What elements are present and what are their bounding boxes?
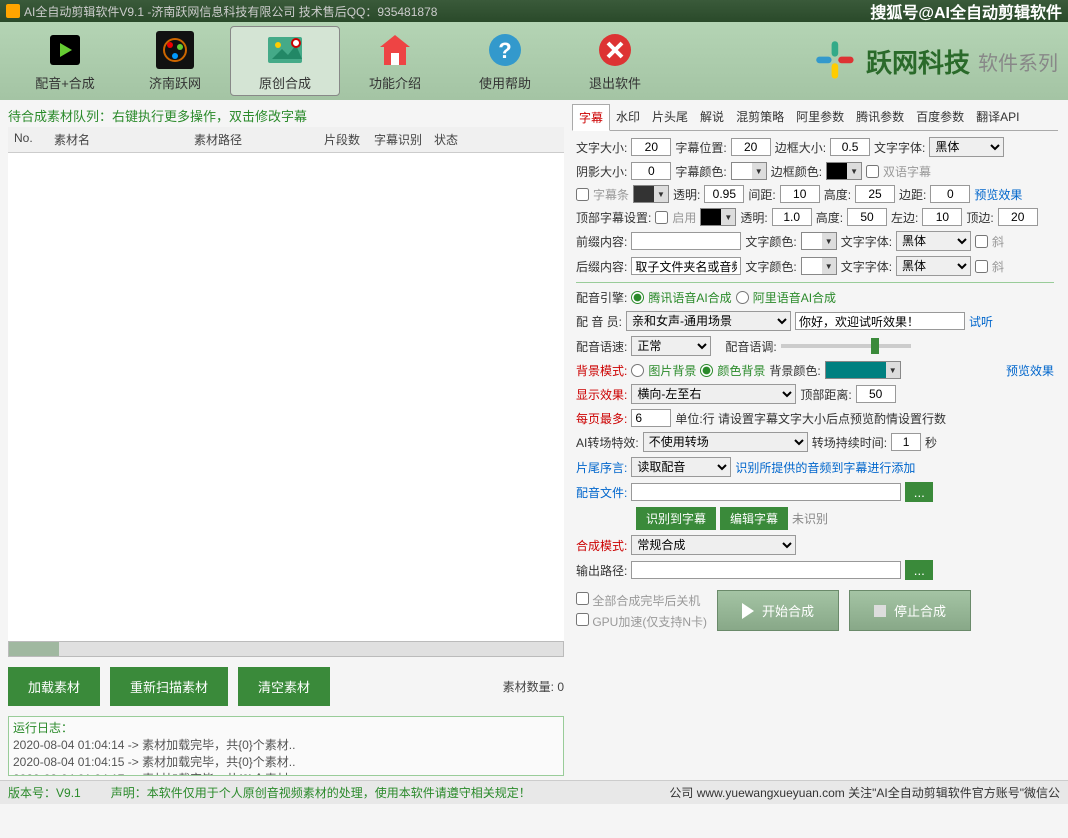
- logo-area: 跃网科技 软件系列: [814, 39, 1058, 83]
- display-select[interactable]: 横向-左至右: [631, 384, 796, 404]
- tab-headtail[interactable]: 片头尾: [646, 104, 694, 130]
- opacity-input[interactable]: [704, 185, 744, 203]
- tab-translate[interactable]: 翻译API: [970, 104, 1025, 130]
- toolbar-exit[interactable]: 退出软件: [560, 26, 670, 96]
- browse-output-button[interactable]: ...: [905, 560, 933, 580]
- gpu-checkbox[interactable]: [576, 613, 589, 626]
- app-icon: [6, 4, 20, 18]
- toolbar-jinan[interactable]: 济南跃网: [120, 26, 230, 96]
- suffix-font-select[interactable]: 黑体: [896, 256, 971, 276]
- tab-ali[interactable]: 阿里参数: [790, 104, 850, 130]
- output-path-input[interactable]: [631, 561, 901, 579]
- suffix-italic-checkbox[interactable]: [975, 260, 988, 273]
- suffix-color-picker[interactable]: ▼: [801, 257, 837, 275]
- suffix-input[interactable]: [631, 257, 741, 275]
- prefix-color-picker[interactable]: ▼: [801, 232, 837, 250]
- tab-mixcut[interactable]: 混剪策略: [730, 104, 790, 130]
- log-panel: 运行日志： 2020-08-04 01:04:14 -> 素材加载完毕，共{0}…: [8, 716, 564, 776]
- clear-material-button[interactable]: 清空素材: [238, 667, 330, 706]
- preview-link-2[interactable]: 预览效果: [1006, 362, 1054, 379]
- height-input[interactable]: [855, 185, 895, 203]
- browse-audio-button[interactable]: ...: [905, 482, 933, 502]
- material-table-header: No. 素材名 素材路径 片段数 字幕识别 状态: [8, 127, 564, 153]
- window-title: AI全自动剪辑软件V9.1 -济南跃网信息科技有限公司 技术售后QQ：93548…: [24, 3, 437, 20]
- subtitle-pos-input[interactable]: [731, 138, 771, 156]
- main-toolbar: 配音+合成 济南跃网 原创合成 功能介绍 ? 使用帮助 退出软件 跃网科技 软件…: [0, 22, 1068, 100]
- shutdown-checkbox[interactable]: [576, 592, 589, 605]
- play-icon: [742, 603, 754, 619]
- start-compose-button[interactable]: 开始合成: [717, 590, 839, 631]
- transition-select[interactable]: 不使用转场: [643, 432, 808, 452]
- recognize-subtitle-button[interactable]: 识别到字幕: [636, 507, 716, 530]
- toolbar-original-compose[interactable]: 原创合成: [230, 26, 340, 96]
- engine-ali-radio[interactable]: [736, 291, 749, 304]
- audio-file-input[interactable]: [631, 483, 901, 501]
- prefix-input[interactable]: [631, 232, 741, 250]
- shadow-input[interactable]: [631, 162, 671, 180]
- tab-tencent[interactable]: 腾讯参数: [850, 104, 910, 130]
- trans-dur-input[interactable]: [891, 433, 921, 451]
- material-count: 素材数量: 0: [503, 678, 564, 695]
- subbar-color-picker[interactable]: ▼: [633, 185, 669, 203]
- bg-img-radio[interactable]: [631, 364, 644, 377]
- compose-mode-select[interactable]: 常规合成: [631, 535, 796, 555]
- bg-color-picker[interactable]: ▼: [825, 361, 901, 379]
- preview-link[interactable]: 预览效果: [974, 186, 1022, 203]
- tab-narration[interactable]: 解说: [694, 104, 730, 130]
- titlebar: AI全自动剪辑软件V9.1 -济南跃网信息科技有限公司 技术售后QQ：93548…: [0, 0, 1068, 22]
- prefix-font-select[interactable]: 黑体: [896, 231, 971, 251]
- font-family-select[interactable]: 黑体: [929, 137, 1004, 157]
- tab-watermark[interactable]: 水印: [610, 104, 646, 130]
- edit-subtitle-button[interactable]: 编辑字幕: [720, 507, 788, 530]
- rescan-material-button[interactable]: 重新扫描素材: [110, 667, 228, 706]
- border-size-input[interactable]: [830, 138, 870, 156]
- tail-select[interactable]: 读取配音: [631, 457, 731, 477]
- speed-select[interactable]: 正常: [631, 336, 711, 356]
- slack-icon: [814, 39, 858, 83]
- load-material-button[interactable]: 加载素材: [8, 667, 100, 706]
- test-text-input[interactable]: [795, 312, 965, 330]
- top-left-input[interactable]: [922, 208, 962, 226]
- toolbar-help[interactable]: ? 使用帮助: [450, 26, 560, 96]
- material-table-body[interactable]: [8, 153, 564, 641]
- margin-input[interactable]: [930, 185, 970, 203]
- bilingual-checkbox[interactable]: [866, 165, 879, 178]
- h-scrollbar[interactable]: [8, 641, 564, 657]
- stop-icon: [874, 605, 886, 617]
- toolbar-dubbing-compose[interactable]: 配音+合成: [10, 26, 120, 96]
- top-dist-input[interactable]: [856, 385, 896, 403]
- top-margin-input[interactable]: [998, 208, 1038, 226]
- border-color-picker[interactable]: ▼: [826, 162, 862, 180]
- prefix-italic-checkbox[interactable]: [975, 235, 988, 248]
- top-color-picker[interactable]: ▼: [700, 208, 736, 226]
- stop-compose-button[interactable]: 停止合成: [849, 590, 971, 631]
- subtitle-bar-checkbox[interactable]: [576, 188, 589, 201]
- engine-tencent-radio[interactable]: [631, 291, 644, 304]
- statusbar: 版本号：V9.1 声明：本软件仅用于个人原创音视频素材的处理，使用本软件请遵守相…: [0, 780, 1068, 804]
- tab-baidu[interactable]: 百度参数: [910, 104, 970, 130]
- toolbar-features[interactable]: 功能介绍: [340, 26, 450, 96]
- titlebar-brand: 搜狐号@AI全自动剪辑软件: [870, 0, 1062, 23]
- queue-hint: 待合成素材队列：右键执行更多操作，双击修改字幕: [8, 104, 564, 127]
- subtitle-color-picker[interactable]: ▼: [731, 162, 767, 180]
- top-height-input[interactable]: [847, 208, 887, 226]
- svg-text:?: ?: [498, 38, 511, 63]
- top-opacity-input[interactable]: [772, 208, 812, 226]
- tab-subtitle[interactable]: 字幕: [572, 104, 610, 131]
- gap-input[interactable]: [780, 185, 820, 203]
- bg-color-radio[interactable]: [700, 364, 713, 377]
- max-line-input[interactable]: [631, 409, 671, 427]
- test-link[interactable]: 试听: [969, 313, 993, 330]
- font-size-input[interactable]: [631, 138, 671, 156]
- pitch-slider[interactable]: [781, 344, 911, 348]
- voice-select[interactable]: 亲和女声-通用场景: [626, 311, 791, 331]
- settings-tabs: 字幕 水印 片头尾 解说 混剪策略 阿里参数 腾讯参数 百度参数 翻译API: [572, 104, 1058, 131]
- top-enable-checkbox[interactable]: [655, 211, 668, 224]
